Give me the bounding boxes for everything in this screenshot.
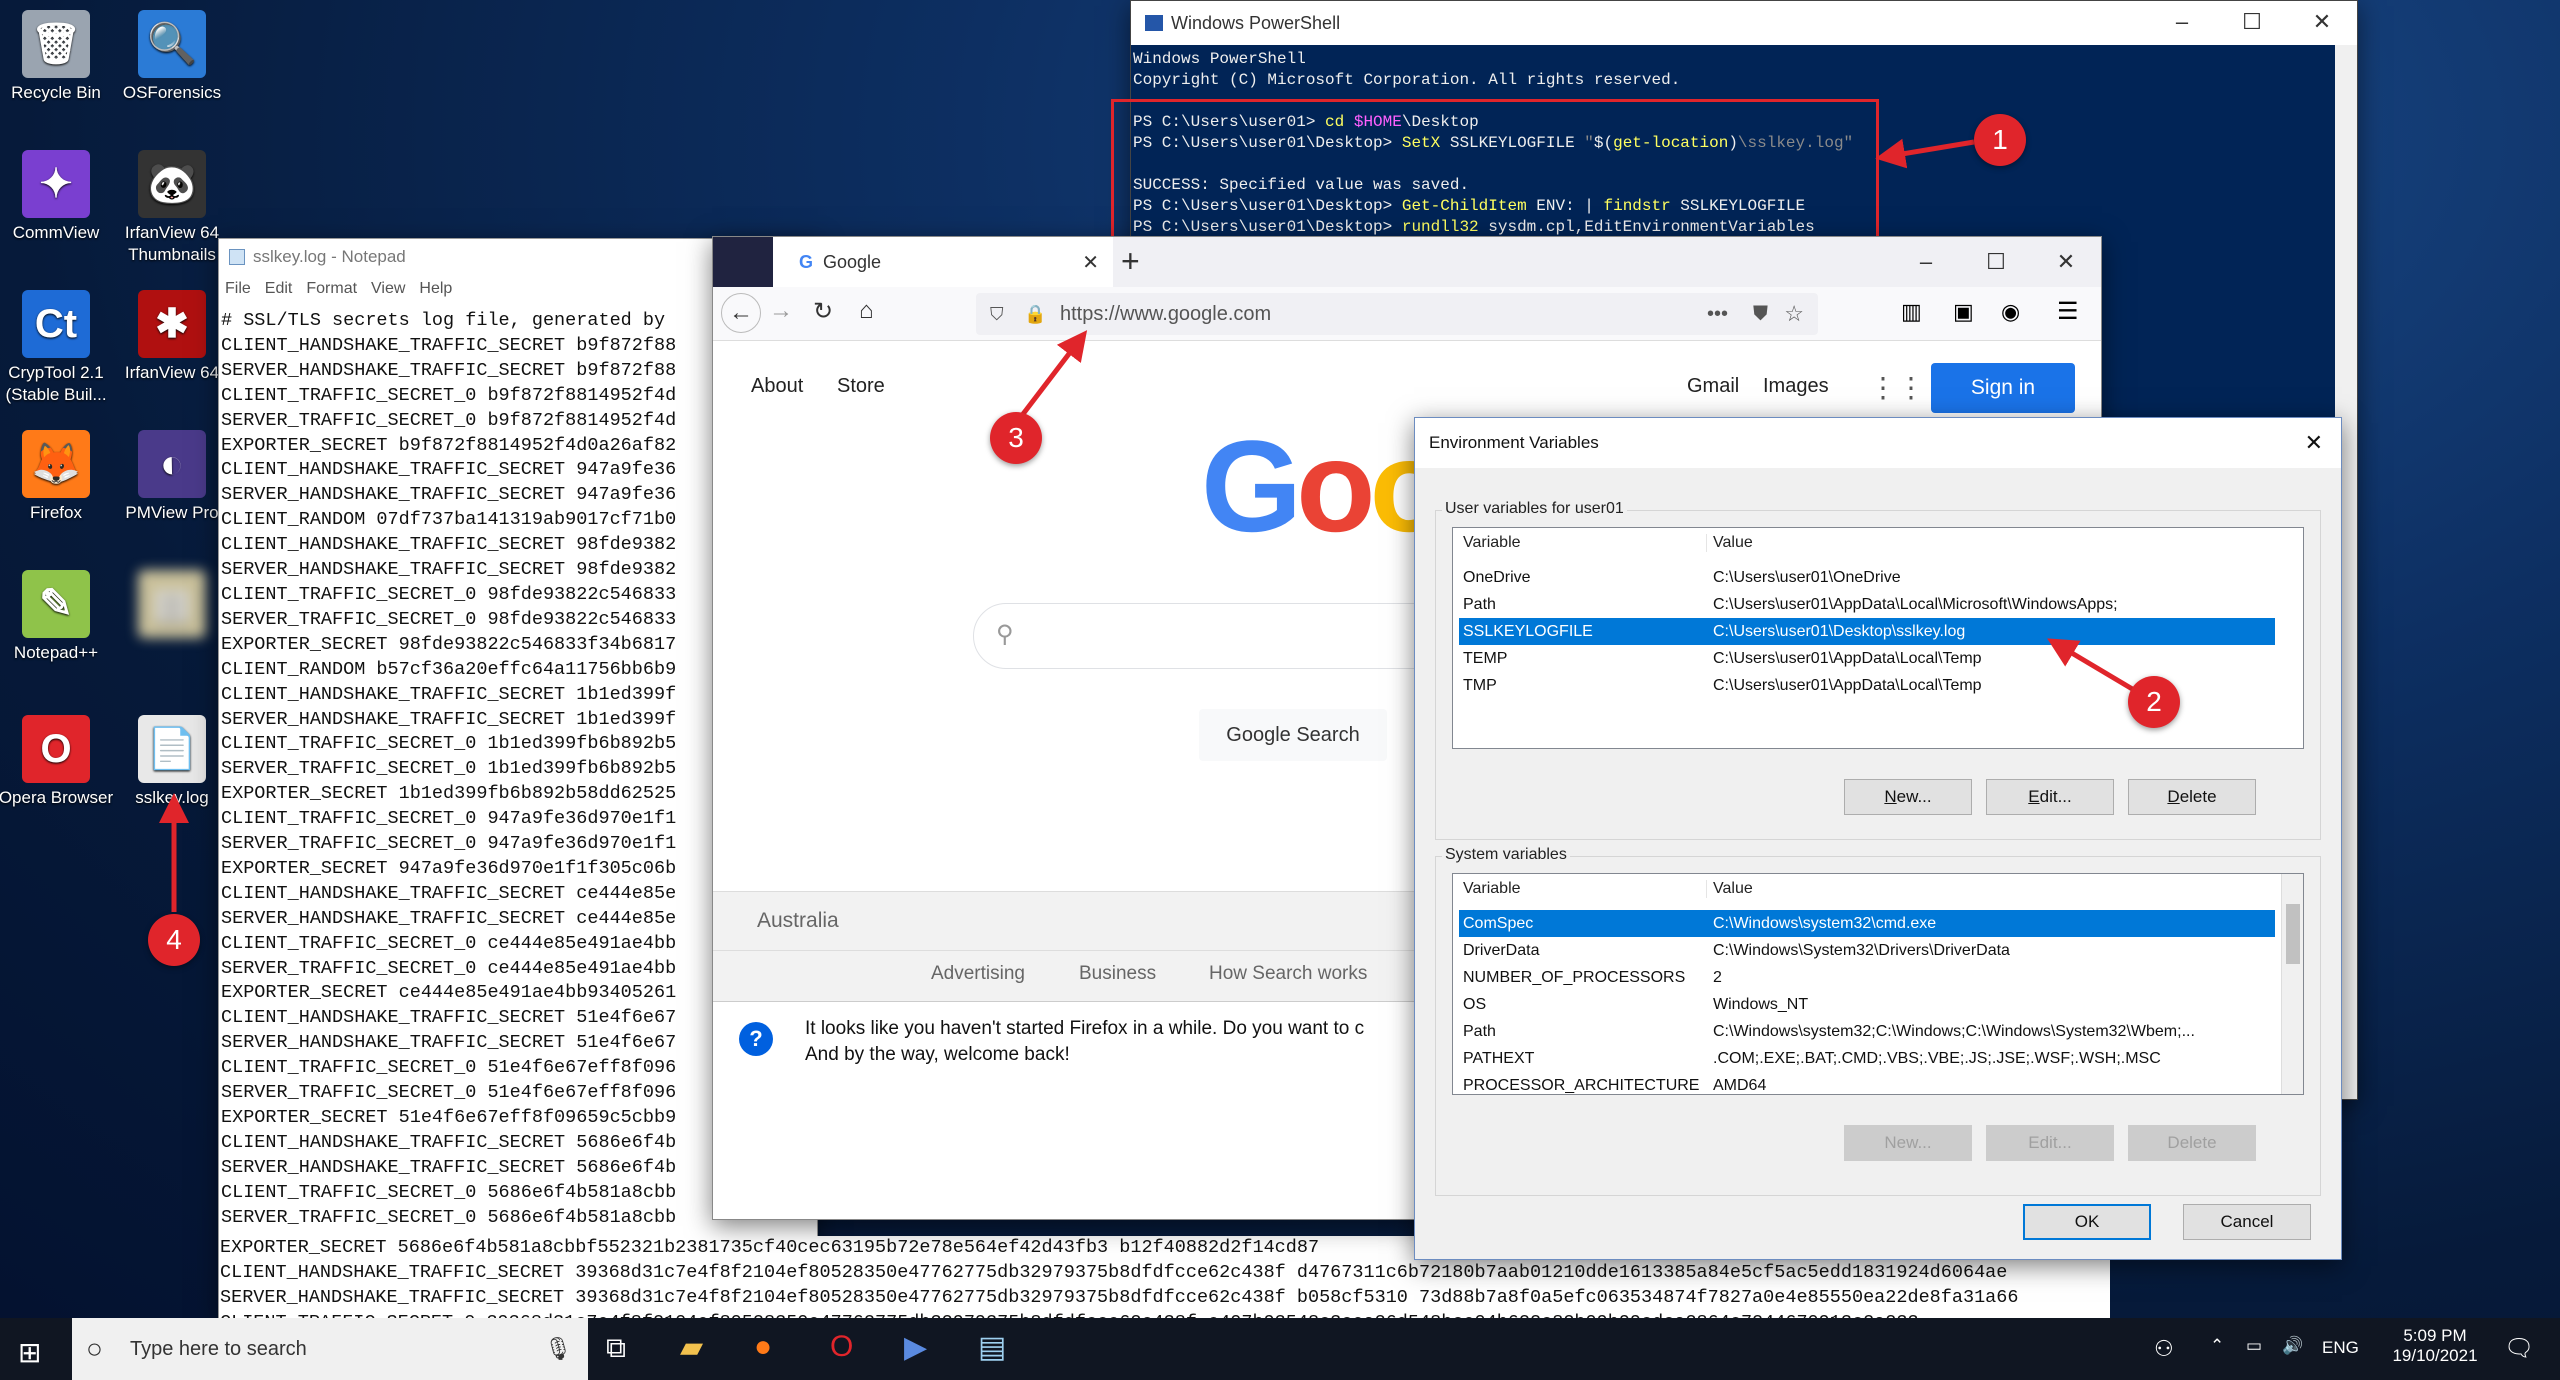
arrow-2 [2047, 638, 2136, 693]
opera-taskbar-icon[interactable]: O [830, 1330, 853, 1364]
task-view-icon[interactable]: ⧉ [606, 1332, 626, 1365]
search-placeholder: Type here to search [130, 1337, 307, 1360]
clock[interactable]: 5:09 PM 19/10/2021 [2380, 1326, 2490, 1366]
firefox-taskbar-icon[interactable]: ● [754, 1330, 772, 1364]
clock-time: 5:09 PM [2403, 1326, 2467, 1345]
arrow-1 [1875, 138, 1975, 169]
arrow-3 [1018, 330, 1088, 420]
annotation-badge-4: 4 [148, 914, 200, 966]
notepad-taskbar-icon[interactable]: ▤ [978, 1330, 1006, 1365]
people-icon[interactable]: ⚇ [2154, 1336, 2174, 1362]
notifications-icon[interactable]: 🗨 [2504, 1334, 2534, 1363]
clock-date: 19/10/2021 [2392, 1346, 2478, 1365]
chevron-up-icon[interactable]: ⌃ [2210, 1336, 2224, 1356]
network-icon[interactable]: ▭ [2246, 1336, 2262, 1356]
file-explorer-icon[interactable]: ▰ [680, 1330, 703, 1365]
language-indicator[interactable]: ENG [2322, 1338, 2359, 1358]
annotation-badge-3: 3 [990, 412, 1042, 464]
volume-icon[interactable]: 🔊 [2282, 1336, 2303, 1356]
annotation-badge-1: 1 [1974, 114, 2026, 166]
annotation-badge-2: 2 [2128, 676, 2180, 728]
microphone-icon[interactable]: 🎙 [544, 1336, 572, 1362]
start-button[interactable]: ⊞ [18, 1336, 41, 1369]
taskbar: ⊞ ○ Type here to search 🎙 ⧉ ▰ ● O ▶ ▤ ⚇ ⌃ … [0, 1318, 2560, 1380]
taskbar-search[interactable]: ○ Type here to search 🎙 [72, 1318, 588, 1380]
powershell-taskbar-icon[interactable]: ▶ [904, 1330, 927, 1365]
search-icon: ○ [86, 1333, 103, 1364]
